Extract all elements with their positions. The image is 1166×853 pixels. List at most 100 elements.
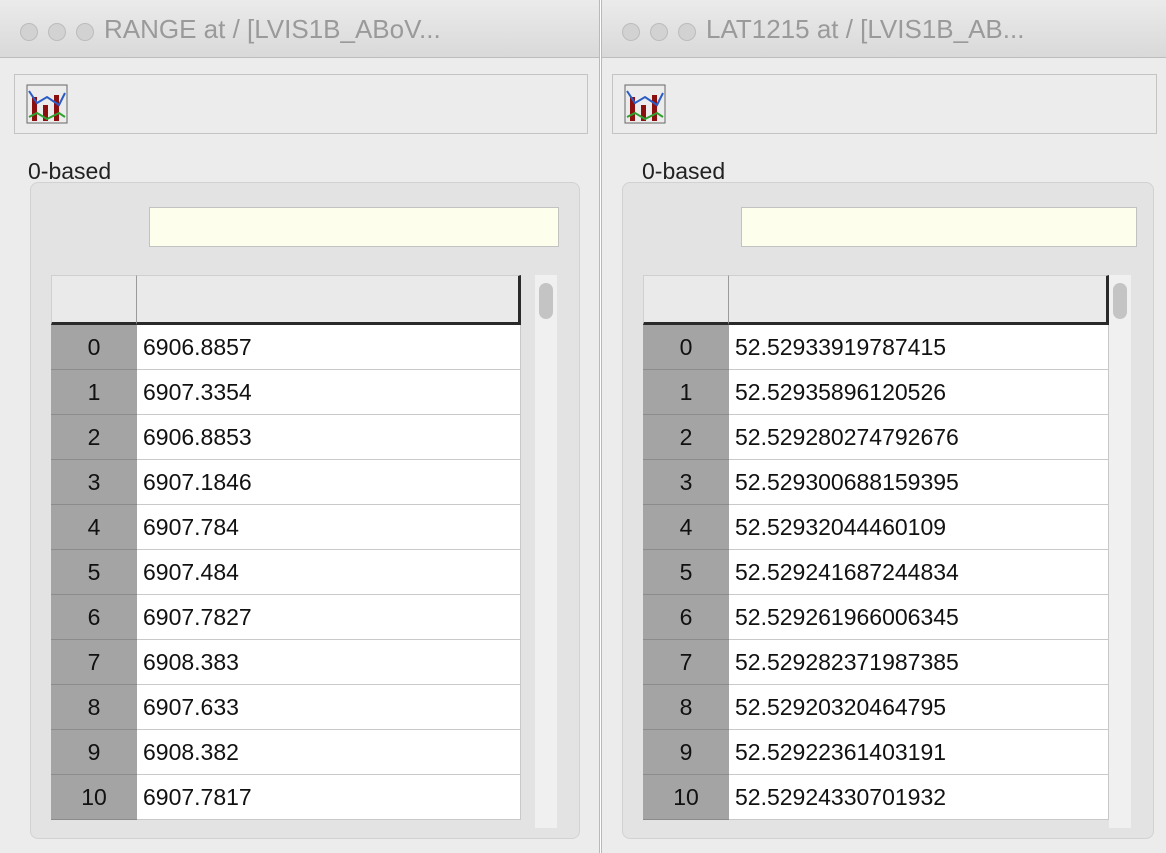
data-table: 0 52.52933919787415 1 52.52935896120526 25… xyxy=(643,275,1109,828)
table-row[interactable]: 0 52.52933919787415 xyxy=(643,325,1109,370)
window-title: LAT1215 at / [LVIS1B_AB... xyxy=(706,14,1025,44)
row-value[interactable]: 6906.8853 xyxy=(137,415,521,460)
row-index: 3 xyxy=(643,460,729,505)
table-row[interactable]: 8 52.52920320464795 xyxy=(643,685,1109,730)
row-index: 0 xyxy=(643,325,729,370)
table-row[interactable]: 3 6907.1846 xyxy=(51,460,521,505)
table-panel: 0 52.52933919787415 1 52.52935896120526 25… xyxy=(622,182,1154,839)
zoom-icon[interactable] xyxy=(678,23,696,41)
row-value[interactable]: 6907.3354 xyxy=(137,370,521,415)
table-row[interactable]: 4 52.52932044460109 xyxy=(643,505,1109,550)
table-row[interactable]: 1 52.52935896120526 xyxy=(643,370,1109,415)
row-index: 6 xyxy=(51,595,137,640)
row-value[interactable]: 6907.1846 xyxy=(137,460,521,505)
table-panel: 0 6906.8857 1 6907.3354 2 6906.8853 3 6907.1… xyxy=(30,182,580,839)
table-header xyxy=(51,275,521,325)
range-dataset-window: RANGE at / [LVIS1B_ABoV... 0-based 0 6906… xyxy=(0,0,600,853)
scrollbar-thumb[interactable] xyxy=(539,283,553,319)
table-header xyxy=(643,275,1109,325)
row-index: 7 xyxy=(643,640,729,685)
row-index: 2 xyxy=(51,415,137,460)
line-bar-chart-icon[interactable] xyxy=(25,83,69,125)
table-row[interactable]: 1 6907.3354 xyxy=(51,370,521,415)
row-index: 10 xyxy=(643,775,729,820)
row-value[interactable]: 52.52932044460109 xyxy=(729,505,1109,550)
line-bar-chart-icon[interactable] xyxy=(623,83,667,125)
title-bar[interactable]: LAT1215 at / [LVIS1B_AB... xyxy=(602,0,1166,58)
row-value[interactable]: 52.529300688159395 xyxy=(729,460,1109,505)
row-index: 6 xyxy=(643,595,729,640)
value-column-header[interactable] xyxy=(137,275,521,325)
row-value[interactable]: 6907.7817 xyxy=(137,775,521,820)
table-row[interactable]: 10 52.52924330701932 xyxy=(643,775,1109,820)
row-index: 9 xyxy=(51,730,137,775)
table-row[interactable]: 7 6908.383 xyxy=(51,640,521,685)
row-value[interactable]: 6907.7827 xyxy=(137,595,521,640)
row-index: 5 xyxy=(643,550,729,595)
row-value[interactable]: 52.52920320464795 xyxy=(729,685,1109,730)
row-value[interactable]: 52.52924330701932 xyxy=(729,775,1109,820)
title-bar[interactable]: RANGE at / [LVIS1B_ABoV... xyxy=(0,0,599,58)
table-row[interactable]: 9 52.52922361403191 xyxy=(643,730,1109,775)
row-value[interactable]: 6908.382 xyxy=(137,730,521,775)
data-table: 0 6906.8857 1 6907.3354 2 6906.8853 3 6907.1… xyxy=(51,275,521,828)
toolbar xyxy=(14,74,588,134)
row-index: 1 xyxy=(51,370,137,415)
vertical-scrollbar[interactable] xyxy=(1109,275,1131,828)
row-value[interactable]: 52.529280274792676 xyxy=(729,415,1109,460)
row-index: 2 xyxy=(643,415,729,460)
window-title: RANGE at / [LVIS1B_ABoV... xyxy=(104,14,441,44)
row-value[interactable]: 6908.383 xyxy=(137,640,521,685)
index-column-header[interactable] xyxy=(643,275,729,325)
filter-input[interactable] xyxy=(149,207,559,247)
zoom-icon[interactable] xyxy=(76,23,94,41)
table-row[interactable]: 7 52.529282371987385 xyxy=(643,640,1109,685)
table-rows: 0 6906.8857 1 6907.3354 2 6906.8853 3 6907.1… xyxy=(51,325,521,820)
index-mode-label: 0-based xyxy=(28,158,112,184)
toolbar xyxy=(612,74,1157,134)
row-value[interactable]: 6907.633 xyxy=(137,685,521,730)
scrollbar-thumb[interactable] xyxy=(1113,283,1127,319)
row-value[interactable]: 52.52922361403191 xyxy=(729,730,1109,775)
table-row[interactable]: 2 52.529280274792676 xyxy=(643,415,1109,460)
row-index: 5 xyxy=(51,550,137,595)
row-value[interactable]: 52.52935896120526 xyxy=(729,370,1109,415)
table-row[interactable]: 0 6906.8857 xyxy=(51,325,521,370)
row-value[interactable]: 6907.784 xyxy=(137,505,521,550)
table-rows: 0 52.52933919787415 1 52.52935896120526 25… xyxy=(643,325,1109,820)
row-value[interactable]: 6906.8857 xyxy=(137,325,521,370)
index-column-header[interactable] xyxy=(51,275,137,325)
row-value[interactable]: 6907.484 xyxy=(137,550,521,595)
table-row[interactable]: 5 6907.484 xyxy=(51,550,521,595)
row-index: 1 xyxy=(643,370,729,415)
row-index: 8 xyxy=(643,685,729,730)
row-index: 3 xyxy=(51,460,137,505)
row-index: 4 xyxy=(643,505,729,550)
filter-input[interactable] xyxy=(741,207,1137,247)
row-value[interactable]: 52.52933919787415 xyxy=(729,325,1109,370)
table-row[interactable]: 2 6906.8853 xyxy=(51,415,521,460)
value-column-header[interactable] xyxy=(729,275,1109,325)
vertical-scrollbar[interactable] xyxy=(535,275,557,828)
table-row[interactable]: 4 6907.784 xyxy=(51,505,521,550)
table-row[interactable]: 9 6908.382 xyxy=(51,730,521,775)
row-value[interactable]: 52.529282371987385 xyxy=(729,640,1109,685)
close-icon[interactable] xyxy=(622,23,640,41)
minimize-icon[interactable] xyxy=(650,23,668,41)
table-row[interactable]: 3 52.529300688159395 xyxy=(643,460,1109,505)
table-row[interactable]: 8 6907.633 xyxy=(51,685,521,730)
table-row[interactable]: 6 52.529261966006345 xyxy=(643,595,1109,640)
table-row[interactable]: 5 52.529241687244834 xyxy=(643,550,1109,595)
close-icon[interactable] xyxy=(20,23,38,41)
index-mode-label: 0-based xyxy=(642,158,726,184)
row-index: 4 xyxy=(51,505,137,550)
row-value[interactable]: 52.529261966006345 xyxy=(729,595,1109,640)
row-index: 9 xyxy=(643,730,729,775)
row-index: 10 xyxy=(51,775,137,820)
lat1215-dataset-window: LAT1215 at / [LVIS1B_AB... 0-based 0 52.5… xyxy=(601,0,1166,853)
row-index: 8 xyxy=(51,685,137,730)
table-row[interactable]: 10 6907.7817 xyxy=(51,775,521,820)
minimize-icon[interactable] xyxy=(48,23,66,41)
table-row[interactable]: 6 6907.7827 xyxy=(51,595,521,640)
row-value[interactable]: 52.529241687244834 xyxy=(729,550,1109,595)
